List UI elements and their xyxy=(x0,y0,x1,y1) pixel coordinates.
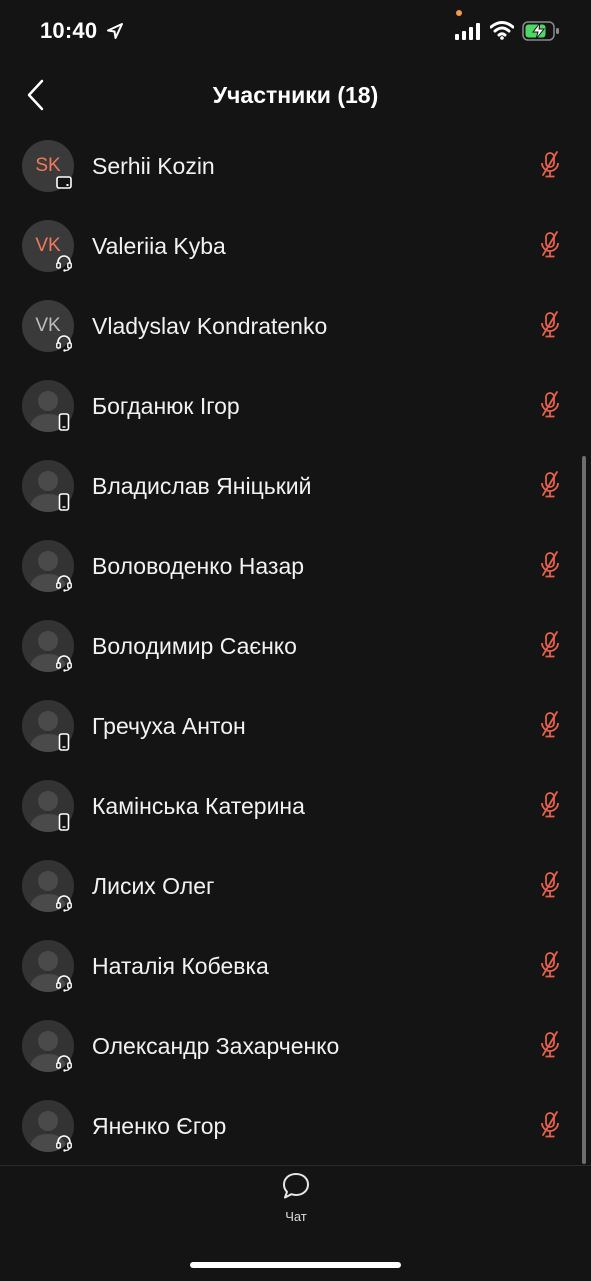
headset-icon xyxy=(56,335,72,352)
chat-bubble-icon xyxy=(283,1173,309,1199)
participant-name: Vladyslav Kondratenko xyxy=(92,313,328,339)
participant-row[interactable]: Володимир Саєнко xyxy=(0,606,591,686)
participant-name: Гречуха Антон xyxy=(92,713,246,739)
mic-muted-icon[interactable] xyxy=(538,630,562,660)
mic-muted-icon[interactable] xyxy=(538,1030,562,1060)
participant-name: Serhii Kozin xyxy=(92,153,215,179)
location-arrow-icon xyxy=(107,23,123,39)
participant-row[interactable]: Богданюк Ігор xyxy=(0,366,591,446)
chat-button[interactable]: Чат xyxy=(266,1172,326,1228)
tablet-icon xyxy=(56,176,72,189)
signal-icon xyxy=(455,23,480,40)
phone-icon xyxy=(58,733,70,751)
participant-name: Лисих Олег xyxy=(92,873,215,899)
participant-name: Богданюк Ігор xyxy=(92,393,240,419)
mic-muted-icon[interactable] xyxy=(538,230,562,260)
participant-row[interactable]: Олександр Захарченко xyxy=(0,1006,591,1086)
privacy-indicator-dot xyxy=(456,10,462,16)
mic-muted-icon[interactable] xyxy=(538,950,562,980)
participant-row[interactable]: VK Vladyslav Kondratenko xyxy=(0,286,591,366)
participant-row[interactable]: Яненко Єгор xyxy=(0,1086,591,1166)
mic-muted-icon[interactable] xyxy=(538,550,562,580)
participant-name: Володимир Саєнко xyxy=(92,633,297,659)
participant-name: Воловоденко Назар xyxy=(92,553,305,579)
status-bar: 10:40 xyxy=(0,0,591,64)
headset-icon xyxy=(56,1055,72,1072)
mic-muted-icon[interactable] xyxy=(538,870,562,900)
mic-muted-icon[interactable] xyxy=(538,790,562,820)
mic-muted-icon[interactable] xyxy=(538,390,562,420)
participants-list[interactable]: SK Serhii Kozin VK Valeriia Kyba VK Vladyslav… xyxy=(0,126,591,1166)
mic-muted-icon[interactable] xyxy=(538,1110,562,1140)
headset-icon xyxy=(56,655,72,672)
headset-icon xyxy=(56,575,72,592)
navigation-header: Участники (18) xyxy=(0,64,591,130)
participant-name: Владислав Яніцький xyxy=(92,473,312,499)
wifi-icon xyxy=(490,21,514,40)
headset-icon xyxy=(56,1135,72,1152)
mic-muted-icon[interactable] xyxy=(538,150,562,180)
participant-name: Valeriia Kyba xyxy=(92,233,226,259)
mic-muted-icon[interactable] xyxy=(538,710,562,740)
participant-row[interactable]: Наталія Кобевка xyxy=(0,926,591,1006)
headset-icon xyxy=(56,975,72,992)
home-indicator xyxy=(190,1262,401,1268)
participant-name: Яненко Єгор xyxy=(92,1113,227,1139)
participant-row[interactable]: VK Valeriia Kyba xyxy=(0,206,591,286)
participant-row[interactable]: Владислав Яніцький xyxy=(0,446,591,526)
participant-row[interactable]: Гречуха Антон xyxy=(0,686,591,766)
status-time: 10:40 xyxy=(40,18,98,43)
phone-icon xyxy=(58,493,70,511)
participant-row[interactable]: Лисих Олег xyxy=(0,846,591,926)
participant-row[interactable]: Камінська Катерина xyxy=(0,766,591,846)
headset-icon xyxy=(56,895,72,912)
bottom-bar: Чат xyxy=(0,1165,591,1281)
headset-icon xyxy=(56,255,72,272)
participant-row[interactable]: Воловоденко Назар xyxy=(0,526,591,606)
participant-name: Наталія Кобевка xyxy=(92,953,269,979)
participant-name: Камінська Катерина xyxy=(92,793,305,819)
phone-icon xyxy=(58,813,70,831)
page-title: Участники (18) xyxy=(212,82,379,108)
participant-row[interactable]: SK Serhii Kozin xyxy=(0,126,591,206)
mic-muted-icon[interactable] xyxy=(538,310,562,340)
scrollbar[interactable] xyxy=(582,456,586,1164)
chat-label: Чат xyxy=(285,1209,307,1224)
battery-charging-icon xyxy=(522,21,559,41)
participant-name: Олександр Захарченко xyxy=(92,1033,340,1059)
mic-muted-icon[interactable] xyxy=(538,470,562,500)
phone-icon xyxy=(58,413,70,431)
